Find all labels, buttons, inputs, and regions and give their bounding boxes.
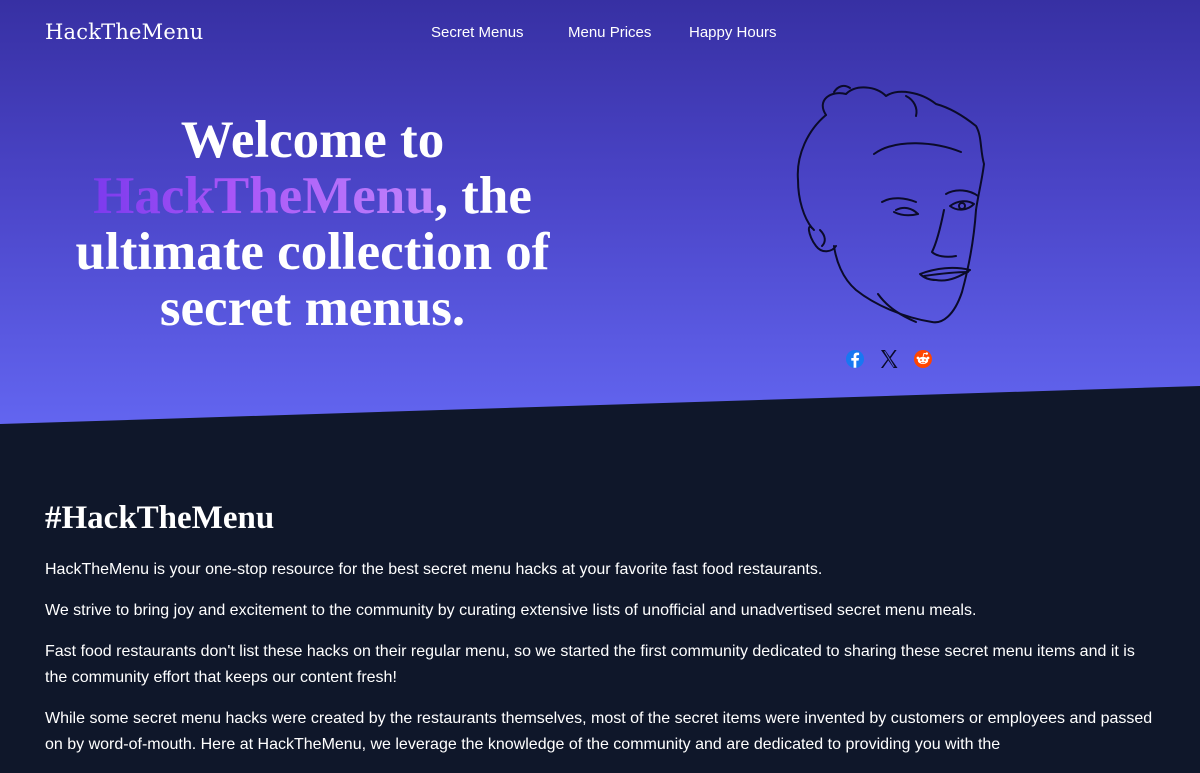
hero-headline: Welcome to HackTheMenu, the ultimate col… <box>40 112 585 336</box>
section-heading: #HackTheMenu <box>45 500 275 536</box>
headline-brand-highlight: HackTheMenu <box>93 167 435 225</box>
nav-link-secret-menus[interactable]: Secret Menus <box>431 24 524 41</box>
headline-prefix: Welcome to <box>180 111 445 169</box>
about-section: #HackTheMenu HackTheMenu is your one-sto… <box>45 498 1160 773</box>
facebook-icon[interactable] <box>843 347 867 371</box>
nav-link-happy-hours[interactable]: Happy Hours <box>689 24 777 41</box>
nav-link-menu-prices[interactable]: Menu Prices <box>568 24 651 41</box>
nav-menu: Secret Menus Menu Prices Happy Hours <box>0 24 1200 44</box>
mission-paragraph: We strive to bring joy and excitement to… <box>45 602 977 619</box>
community-paragraph: Fast food restaurants don't list these h… <box>45 643 1135 686</box>
x-icon[interactable] <box>877 347 901 371</box>
origin-paragraph: While some secret menu hacks were create… <box>45 710 1153 753</box>
intro-paragraph: HackTheMenu is your one-stop resource fo… <box>45 561 823 578</box>
portrait-illustration <box>796 84 985 324</box>
reddit-icon[interactable] <box>911 347 935 371</box>
top-navigation: HackTheMenu Secret Menus Menu Prices Hap… <box>0 0 1200 66</box>
share-buttons <box>843 347 938 373</box>
